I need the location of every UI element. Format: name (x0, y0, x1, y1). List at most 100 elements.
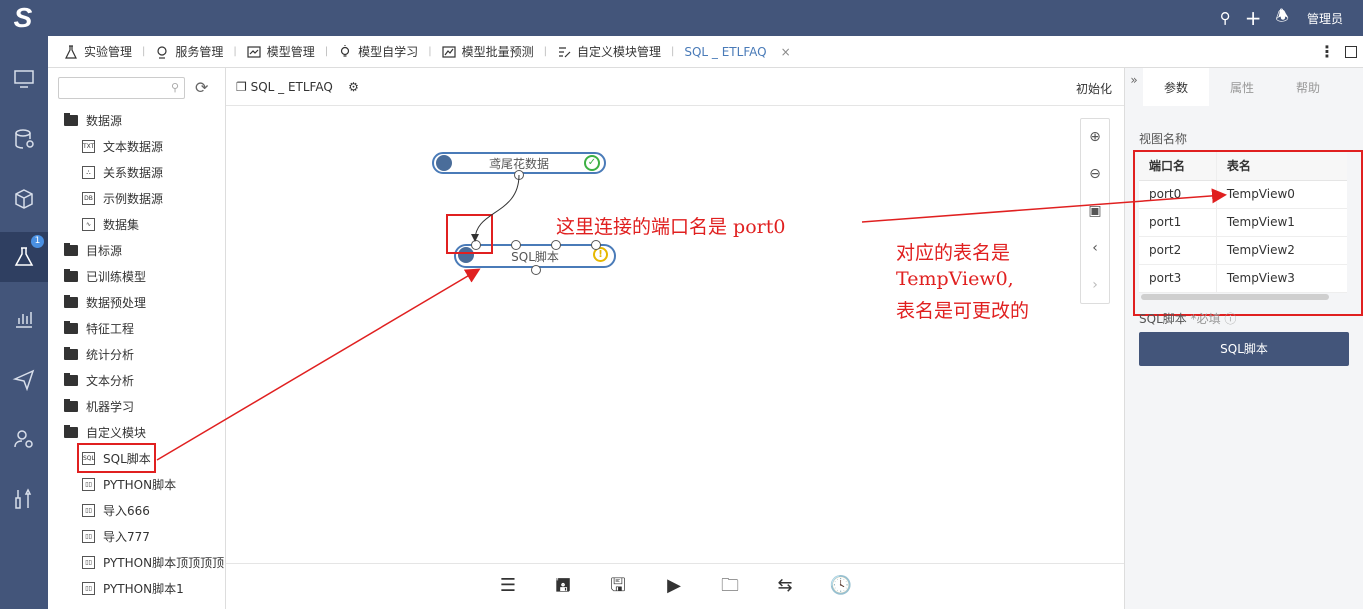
folder-icon (64, 372, 78, 386)
tree-folder-text-analysis[interactable]: 文本分析 (64, 370, 134, 390)
tree-item-python-script[interactable]: ▯▯ PYTHON脚本 (82, 474, 176, 494)
tree-item-relational-source[interactable]: ⛬ 关系数据源 (82, 162, 163, 182)
tree-label: 数据预处理 (86, 295, 147, 310)
swap-icon[interactable]: ⇆ (773, 574, 797, 598)
top-bar: S ⚲ + 🕭 管理员 (0, 0, 1363, 36)
tree-item-sql-script[interactable]: SQL SQL脚本 (77, 443, 156, 473)
annotation-port0: 这里连接的端口名是 port0 (556, 216, 786, 238)
tree-label: 文本分析 (86, 373, 135, 388)
tab-self-learning[interactable]: 模型自学习 (338, 36, 418, 68)
tree-search-input[interactable]: ⚲ (58, 77, 185, 99)
list-icon[interactable]: ☰ (496, 574, 520, 598)
tree-folder-feature[interactable]: 特征工程 (64, 318, 134, 338)
tree-item-import-666[interactable]: ▯▯ 导入666 (82, 500, 150, 520)
window-icon[interactable] (1345, 45, 1357, 58)
tab-help[interactable]: 帮助 (1275, 68, 1341, 106)
input-port-1[interactable] (511, 240, 521, 250)
nav-tools-icon[interactable] (0, 474, 48, 524)
tab-properties[interactable]: 属性 (1209, 68, 1275, 106)
table-highlight (1133, 150, 1363, 316)
nav-experiment-icon[interactable]: 1 (0, 232, 48, 282)
tree-item-sample-source[interactable]: DB 示例数据源 (82, 188, 163, 208)
tree-item-import-777[interactable]: ▯▯ 导入777 (82, 526, 150, 546)
app-logo[interactable]: S (6, 2, 40, 34)
save-icon[interactable]: 🖪 (551, 574, 575, 598)
canvas-toolbar: ☰ 🖪 🖫 ▶ 🗀 ⇆ 🕓 (226, 563, 1124, 609)
tab-batch-predict[interactable]: 模型批量预测 (441, 36, 534, 68)
folder-icon (64, 112, 78, 126)
tab-experiment[interactable]: 实验管理 (64, 36, 132, 68)
tree-folder-data-source[interactable]: 数据源 (64, 110, 122, 130)
node-label: SQL脚本 (511, 249, 559, 264)
help-icon: ⓘ (1224, 312, 1237, 326)
nav-monitor-icon[interactable] (0, 54, 48, 104)
module-tree: ⚲ ⟳ 数据源 TXT 文本数据源 ⛬ 关系数据源 DB 示例数据源 ∿ 数据集 目标源… (48, 68, 226, 609)
nav-cube-icon[interactable] (0, 174, 48, 224)
tree-label: PYTHON脚本顶顶顶顶 (103, 555, 225, 570)
search-icon[interactable]: ⚲ (1220, 9, 1231, 27)
collapse-icon[interactable]: » (1125, 68, 1143, 106)
tab-label: 自定义模块管理 (576, 45, 661, 59)
flask-icon (65, 44, 77, 59)
tree-label: 数据集 (103, 217, 140, 232)
output-port[interactable] (514, 170, 524, 180)
settings-icon[interactable]: ⚙ (348, 80, 359, 94)
tree-folder-machine-learning[interactable]: 机器学习 (64, 396, 134, 416)
zoom-out-icon[interactable]: ⊖ (1081, 156, 1109, 193)
user-menu[interactable]: 管理员 (1307, 10, 1343, 27)
nav-user-settings-icon[interactable] (0, 414, 48, 464)
bell-icon[interactable]: 🕭 (1276, 6, 1289, 31)
tab-custom-module[interactable]: 自定义模块管理 (557, 36, 661, 68)
more-vertical-icon[interactable]: ⋮ (1319, 42, 1335, 61)
fit-view-icon[interactable]: ▣ (1081, 193, 1109, 230)
tree-label: 已训练模型 (86, 269, 147, 284)
tab-close-icon[interactable]: × (781, 45, 791, 59)
tree-item-python-script-long[interactable]: ▯▯ PYTHON脚本顶顶顶顶 (82, 552, 226, 572)
tree-item-text-source[interactable]: TXT 文本数据源 (82, 136, 163, 156)
nav-chart-icon[interactable] (0, 294, 48, 344)
tree-label: 目标源 (86, 243, 123, 258)
folder-icon (64, 242, 78, 256)
sql-output-port[interactable] (531, 265, 541, 275)
export-icon[interactable]: 🗀 (718, 574, 742, 598)
tree-item-dataset[interactable]: ∿ 数据集 (82, 214, 139, 234)
nav-send-icon[interactable] (0, 354, 48, 404)
module-icon: ▯▯ (82, 503, 95, 517)
canvas-header: ❐ SQL _ ETLFAQ ⚙ 初始化 (226, 68, 1124, 106)
save-as-icon[interactable]: 🖫 (606, 574, 630, 598)
tree-folder-statistics[interactable]: 统计分析 (64, 344, 134, 364)
input-port-3[interactable] (591, 240, 601, 250)
folder-icon (64, 320, 78, 334)
next-icon[interactable]: › (1081, 267, 1109, 304)
search-icon: ⚲ (170, 81, 179, 94)
service-icon (157, 45, 167, 59)
tree-folder-custom-module[interactable]: 自定义模块 (64, 422, 146, 442)
tab-params[interactable]: 参数 (1143, 68, 1209, 106)
tree-folder-trained-model[interactable]: 已训练模型 (64, 266, 146, 286)
workflow-canvas[interactable]: ❐ SQL _ ETLFAQ ⚙ 初始化 ⊕ ⊖ ▣ ‹ › 鸢尾花数据 ✓ S… (226, 68, 1124, 609)
tab-label: 模型管理 (266, 45, 315, 59)
tree-label: 文本数据源 (103, 139, 164, 154)
initialize-button[interactable]: 初始化 (1076, 80, 1112, 97)
tab-sql-etlfaq[interactable]: SQL _ ETLFAQ × (684, 36, 790, 68)
tab-model[interactable]: 模型管理 (247, 36, 315, 68)
zoom-in-icon[interactable]: ⊕ (1081, 119, 1109, 156)
prev-icon[interactable]: ‹ (1081, 230, 1109, 267)
tree-folder-target-source[interactable]: 目标源 (64, 240, 122, 260)
sql-script-button[interactable]: SQL脚本 (1139, 332, 1349, 366)
dataset-icon: ∿ (82, 217, 95, 231)
tree-item-python-script-1[interactable]: ▯▯ PYTHON脚本1 (82, 578, 184, 598)
tree-folder-preprocess[interactable]: 数据预处理 (64, 292, 146, 312)
refresh-icon[interactable]: ⟳ (195, 78, 208, 97)
run-icon[interactable]: ▶ (662, 574, 686, 598)
port0-highlight (446, 214, 493, 254)
tree-label: 导入666 (103, 503, 150, 518)
schedule-icon[interactable]: 🕓 (829, 574, 853, 598)
add-icon[interactable]: + (1245, 6, 1262, 30)
tab-service[interactable]: 服务管理 (155, 36, 223, 68)
input-port-2[interactable] (551, 240, 561, 250)
sample-db-icon: DB (82, 191, 95, 205)
nav-database-icon[interactable] (0, 114, 48, 164)
text-source-icon: TXT (82, 139, 95, 153)
canvas-title: ❐ SQL _ ETLFAQ ⚙ (236, 80, 359, 94)
